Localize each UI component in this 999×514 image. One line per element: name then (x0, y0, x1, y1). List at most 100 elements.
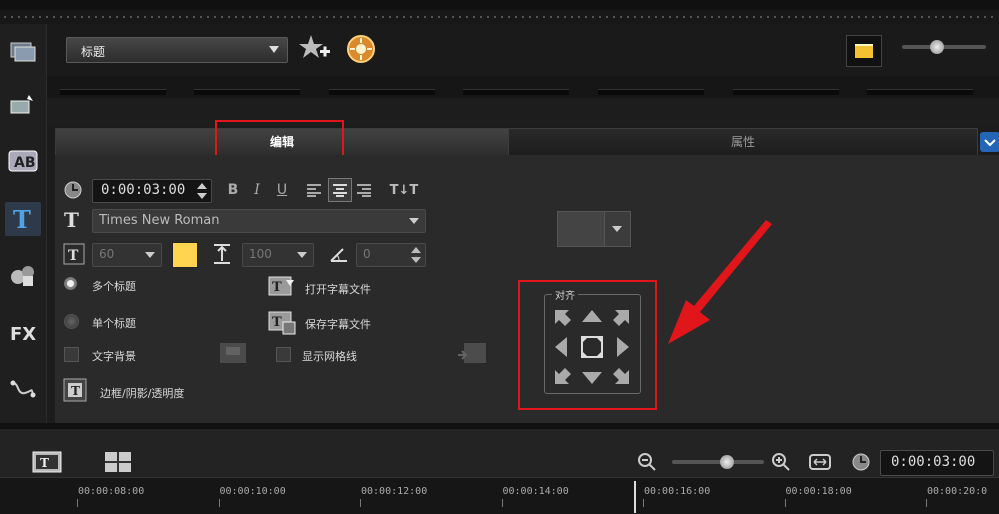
open-subtitle-icon[interactable]: T (268, 274, 296, 298)
svg-text:AB: AB (14, 155, 36, 171)
graphics-icon[interactable] (5, 258, 41, 292)
grid-settings-icon[interactable] (456, 341, 488, 367)
font-select[interactable]: Times New Roman (92, 209, 426, 233)
show-grid-checkbox[interactable] (276, 347, 291, 362)
spin-up-icon[interactable] (197, 183, 207, 189)
add-to-favorites-icon[interactable] (298, 33, 332, 63)
library-thumbnail-strip (47, 76, 999, 98)
playhead[interactable] (634, 481, 636, 513)
timeline-zoom-slider[interactable] (672, 455, 764, 469)
view-toggle-button[interactable] (846, 35, 882, 67)
fit-project-icon[interactable] (808, 451, 832, 473)
rotation-angle-icon (328, 244, 350, 264)
download-content-icon[interactable] (346, 34, 376, 64)
tab-attributes[interactable]: 属性 (508, 128, 978, 157)
ruler-tick-label: 00:00:10:00 (219, 486, 286, 497)
svg-text:T: T (272, 315, 282, 330)
thumbnail[interactable] (463, 89, 569, 95)
ruler-tick (643, 499, 644, 507)
single-title-radio[interactable] (64, 314, 79, 329)
window-top-bar (0, 0, 999, 10)
ruler-tick-label: 00:00:08:00 (78, 486, 145, 497)
line-spacing-select[interactable]: 100 (242, 243, 314, 267)
align-right-icon[interactable] (354, 180, 374, 200)
thumbnail-size-slider[interactable] (902, 40, 986, 54)
instant-project-icon[interactable] (5, 88, 41, 122)
options-tabs: 编辑 属性 (55, 128, 999, 157)
zoom-out-icon[interactable] (637, 452, 657, 472)
svg-text:FX: FX (10, 324, 36, 345)
timeline-toolbar (0, 429, 999, 477)
ruler-tick-label: 00:00:18:00 (785, 486, 852, 497)
ruler-tick (501, 499, 503, 507)
duration-field[interactable]: 0:00:03:00 (92, 179, 212, 203)
clock-icon (63, 180, 83, 200)
text-background-checkbox[interactable] (64, 347, 79, 362)
ruler-tick (784, 499, 786, 507)
panel-grip[interactable] (0, 10, 999, 25)
slider-thumb[interactable] (930, 40, 944, 54)
text-background-settings-icon[interactable] (218, 341, 248, 365)
align-left-icon[interactable] (304, 180, 324, 200)
chevron-down-icon (297, 252, 307, 258)
open-subtitle-label: 打开字幕文件 (305, 283, 371, 296)
thumbnail[interactable] (867, 89, 973, 95)
text-direction-icon[interactable]: T↓T (386, 180, 422, 200)
library-category-select[interactable]: 标题 (66, 37, 288, 63)
list-view-icon (855, 44, 873, 58)
line-spacing-icon (211, 243, 233, 265)
spin-down-icon[interactable] (197, 193, 207, 199)
transition-icon[interactable]: AB (5, 144, 41, 178)
thumbnail[interactable] (329, 89, 435, 95)
font-color-swatch[interactable] (172, 242, 198, 268)
project-duration-field[interactable]: 0:00:03:00 (880, 450, 994, 476)
slider-thumb[interactable] (720, 455, 734, 469)
underline-icon[interactable]: U (272, 180, 292, 200)
font-size-value: 60 (99, 247, 115, 261)
media-library-icon[interactable] (5, 34, 41, 68)
show-grid-label: 显示网格线 (302, 350, 357, 363)
filter-fx-icon[interactable]: FX (5, 316, 41, 350)
single-title-label: 单个标题 (92, 317, 136, 330)
chevron-down-icon (409, 218, 419, 224)
ruler-tick (77, 499, 78, 507)
rotation-field[interactable]: 0 (356, 243, 426, 267)
bold-icon[interactable]: B (223, 180, 243, 200)
save-subtitle-icon[interactable]: T (268, 309, 296, 335)
duration-value: 0:00:03:00 (101, 182, 186, 198)
border-shadow-icon[interactable]: T (63, 378, 87, 402)
chevron-down-icon (269, 46, 279, 53)
save-subtitle-label: 保存字幕文件 (305, 318, 371, 331)
thumbnail[interactable] (733, 89, 839, 95)
ruler-tick-label: 00:00:16:00 (644, 486, 711, 497)
spin-up-icon[interactable] (411, 247, 421, 253)
background-preset-swatch[interactable] (557, 211, 605, 247)
ruler-tick (360, 499, 361, 507)
thumbnail[interactable] (194, 89, 300, 95)
title-track-icon[interactable]: T (32, 451, 62, 473)
svg-text:T: T (71, 384, 80, 398)
multi-title-radio[interactable] (64, 277, 77, 290)
annotation-arrow (664, 220, 776, 348)
ruler-tick-label: 00:00:12:00 (361, 486, 428, 497)
border-shadow-label: 边框/阴影/透明度 (100, 387, 185, 400)
background-preset-dropdown[interactable] (604, 211, 631, 247)
path-icon[interactable] (5, 372, 41, 406)
font-size-select[interactable]: 60 (92, 243, 162, 267)
library-spacer (47, 98, 999, 126)
spin-down-icon[interactable] (411, 257, 421, 263)
font-size-icon: T (63, 243, 85, 265)
rotation-value: 0 (363, 247, 371, 261)
line-spacing-value: 100 (249, 247, 272, 261)
ruler-tick (926, 499, 927, 507)
chevron-down-icon (145, 252, 155, 258)
thumbnail[interactable] (598, 89, 704, 95)
zoom-in-icon[interactable] (771, 452, 791, 472)
align-center-icon[interactable] (328, 178, 352, 202)
thumbnail[interactable] (60, 89, 166, 95)
chevron-down-icon (984, 139, 996, 147)
storyboard-view-icon[interactable] (104, 451, 132, 473)
title-icon[interactable]: T (5, 202, 41, 236)
collapse-panel-button[interactable] (980, 132, 999, 152)
italic-icon[interactable]: I (247, 180, 267, 200)
